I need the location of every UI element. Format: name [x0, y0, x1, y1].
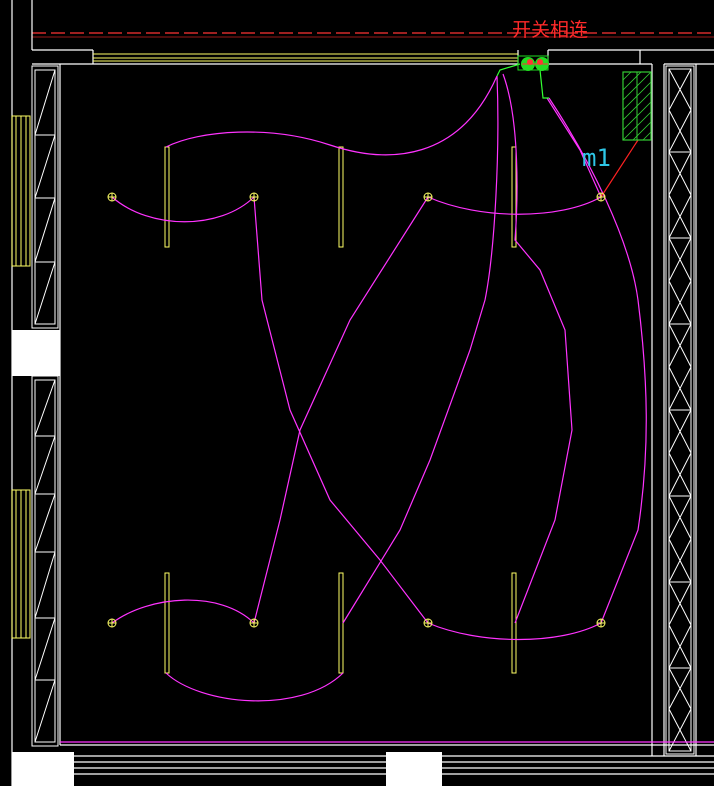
switch-note-label: 开关相连 — [512, 19, 588, 41]
panel-label: m1 — [582, 144, 611, 172]
canvas-background — [0, 0, 714, 786]
light-fixture-icon — [423, 618, 433, 628]
light-fixture-icon — [596, 192, 606, 202]
light-fixture-icon — [423, 192, 433, 202]
light-fixture-icon — [107, 618, 117, 628]
light-fixture-icon — [249, 618, 259, 628]
light-fixture-icon — [107, 192, 117, 202]
light-fixture-icon — [249, 192, 259, 202]
cad-floor-plan: 开关相连 m1 — [0, 0, 714, 786]
light-fixture-icon — [596, 618, 606, 628]
